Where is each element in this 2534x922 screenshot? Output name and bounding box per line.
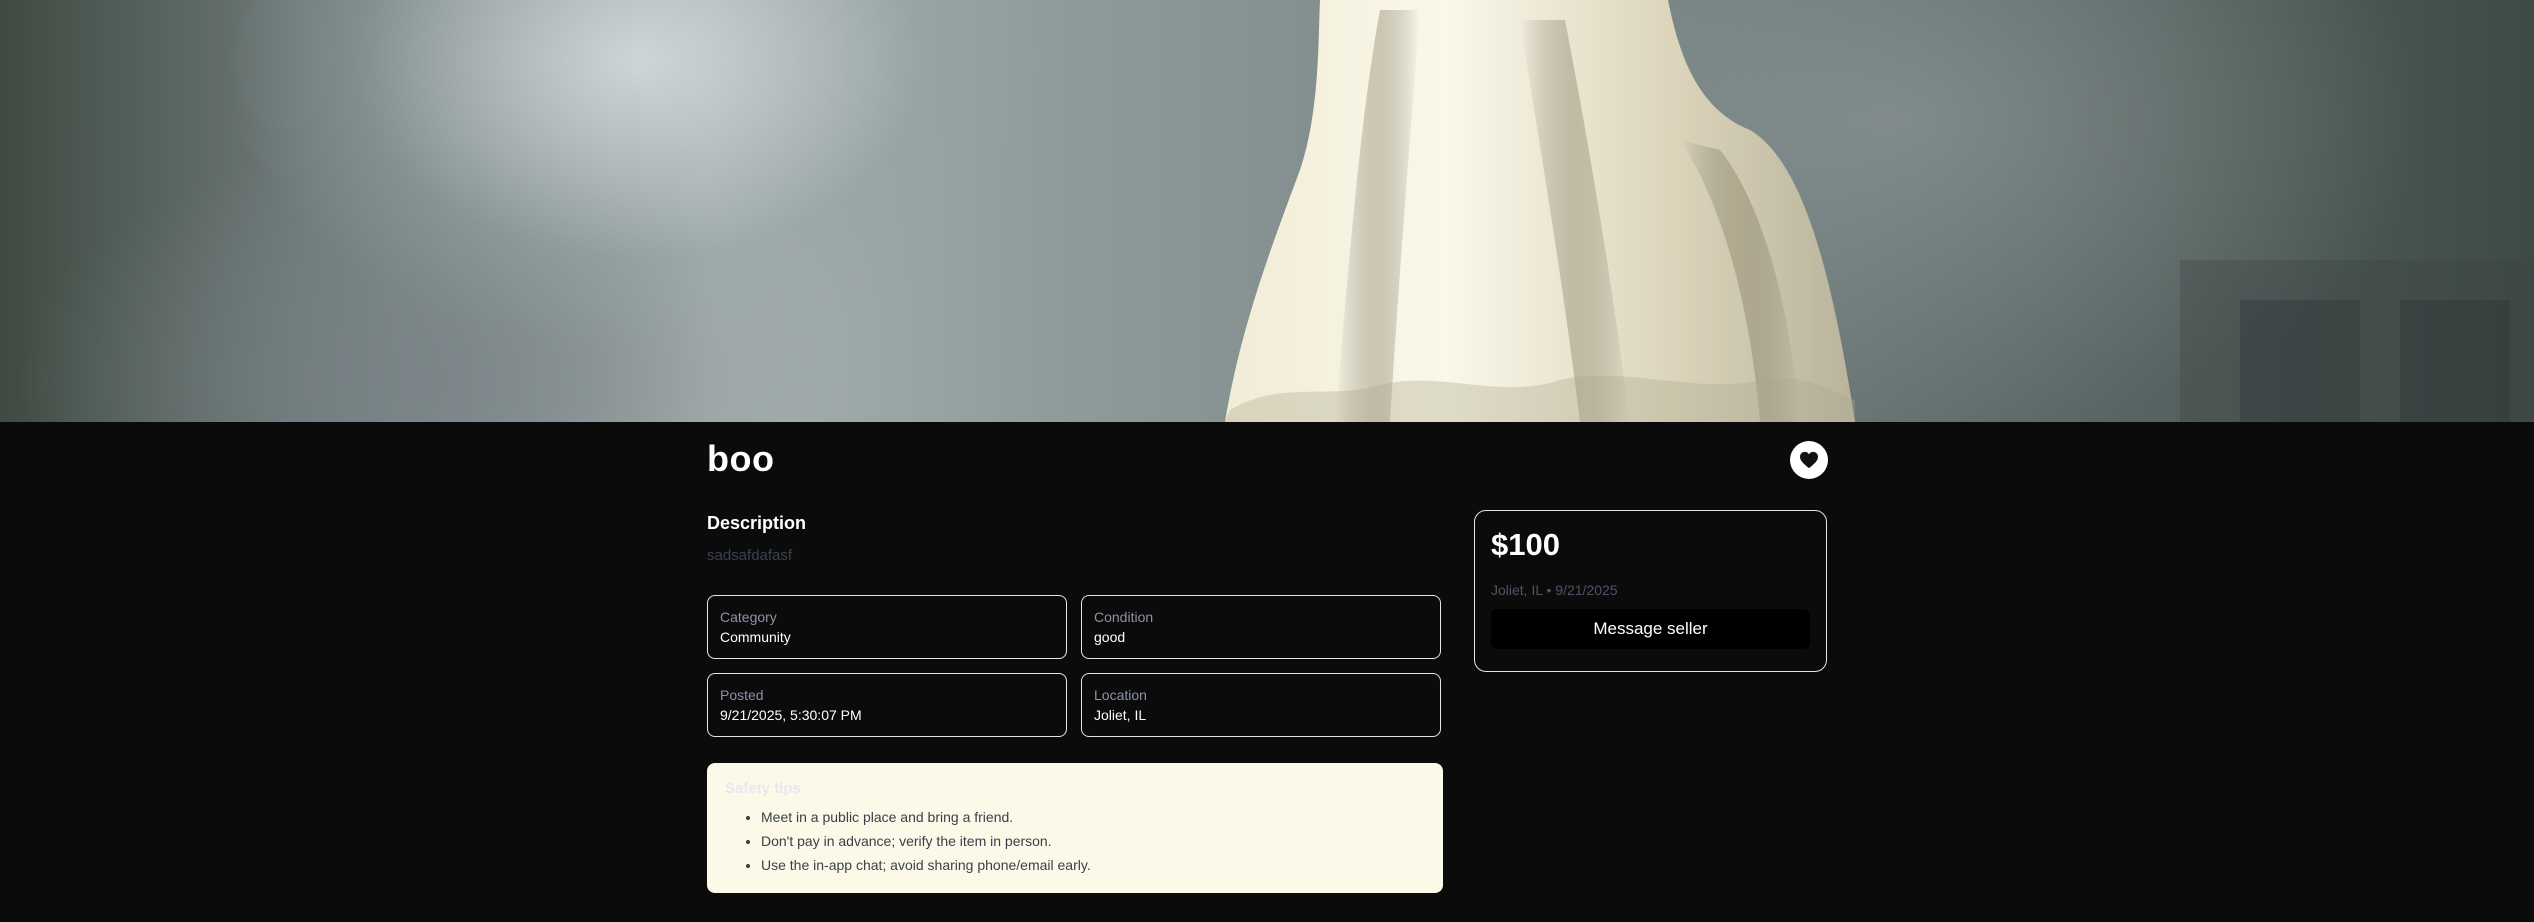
listing-content: boo Description sadsafdafasf Category Co…	[707, 422, 1828, 922]
listing-title: boo	[707, 438, 775, 479]
safety-tips-list: Meet in a public place and bring a frien…	[725, 805, 1425, 877]
safety-tips-box: Safety tips Meet in a public place and b…	[707, 763, 1443, 893]
location-value: Joliet, IL	[1094, 707, 1147, 723]
safety-tip: Meet in a public place and bring a frien…	[761, 805, 1425, 829]
favorite-button[interactable]	[1790, 441, 1828, 479]
condition-label: Condition	[1094, 609, 1154, 625]
ghost-figure	[1225, 0, 2534, 422]
posted-field: Posted 9/21/2025, 5:30:07 PM	[707, 673, 1067, 737]
posted-value: 9/21/2025, 5:30:07 PM	[720, 707, 862, 723]
safety-tips-title: Safety tips	[725, 780, 801, 797]
heart-icon	[1800, 451, 1818, 469]
hero-image	[0, 0, 2534, 422]
safety-tip: Use the in-app chat; avoid sharing phone…	[761, 853, 1425, 877]
condition-field: Condition good	[1081, 595, 1441, 659]
description-text: sadsafdafasf	[707, 547, 793, 564]
message-seller-button[interactable]: Message seller	[1491, 609, 1810, 649]
description-heading: Description	[707, 513, 807, 533]
condition-value: good	[1094, 629, 1126, 645]
category-label: Category	[720, 609, 777, 625]
posted-label: Posted	[720, 687, 764, 703]
location-date-meta: Joliet, IL • 9/21/2025	[1491, 582, 1618, 598]
category-value: Community	[720, 629, 791, 645]
location-field: Location Joliet, IL	[1081, 673, 1441, 737]
price-card: $100 Joliet, IL • 9/21/2025 Message sell…	[1474, 510, 1827, 672]
price: $100	[1491, 527, 1560, 562]
safety-tip: Don't pay in advance; verify the item in…	[761, 829, 1425, 853]
location-label: Location	[1094, 687, 1147, 703]
category-field: Category Community	[707, 595, 1067, 659]
